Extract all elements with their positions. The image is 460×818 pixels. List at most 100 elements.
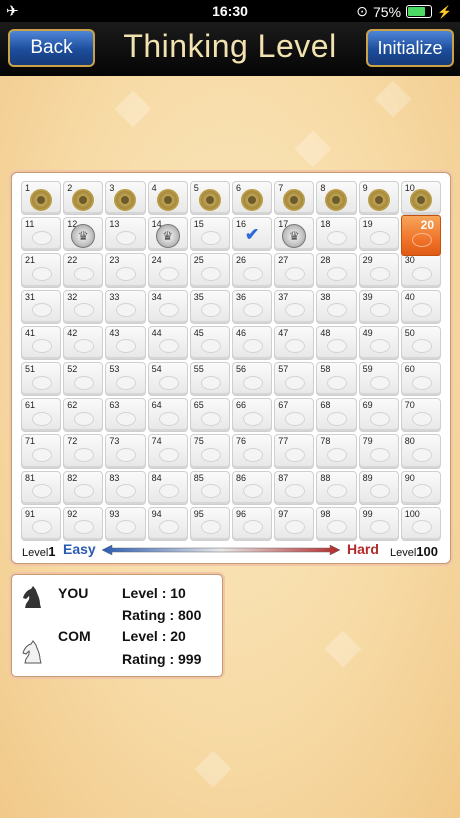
level-cell-56[interactable]: 56 bbox=[232, 362, 273, 397]
level-cell-52[interactable]: 52 bbox=[63, 362, 104, 397]
level-cell-39[interactable]: 39 bbox=[358, 289, 399, 324]
level-cell-89[interactable]: 89 bbox=[358, 470, 399, 505]
level-cell-41[interactable]: 41 bbox=[21, 325, 62, 360]
level-cell-47[interactable]: 47 bbox=[274, 325, 315, 360]
level-cell-26[interactable]: 26 bbox=[232, 253, 273, 288]
level-cell-75[interactable]: 75 bbox=[189, 434, 230, 469]
level-cell-83[interactable]: 83 bbox=[105, 470, 146, 505]
level-cell-18[interactable]: 18 bbox=[316, 217, 357, 252]
level-cell-35[interactable]: 35 bbox=[189, 289, 230, 324]
level-cell-31[interactable]: 31 bbox=[21, 289, 62, 324]
level-cell-17[interactable]: 17 ♛ bbox=[274, 217, 315, 252]
level-cell-96[interactable]: 96 bbox=[232, 506, 273, 541]
level-cell-76[interactable]: 76 bbox=[232, 434, 273, 469]
level-cell-16[interactable]: 16 ✔ bbox=[232, 217, 273, 252]
level-cell-40[interactable]: 40 bbox=[400, 289, 441, 324]
level-cell-34[interactable]: 34 bbox=[147, 289, 188, 324]
level-cell-100[interactable]: 100 bbox=[400, 506, 441, 541]
level-cell-84[interactable]: 84 bbox=[147, 470, 188, 505]
level-cell-70[interactable]: 70 bbox=[400, 398, 441, 433]
level-cell-49[interactable]: 49 bbox=[358, 325, 399, 360]
level-cell-94[interactable]: 94 bbox=[147, 506, 188, 541]
level-cell-81[interactable]: 81 bbox=[21, 470, 62, 505]
level-cell-24[interactable]: 24 bbox=[147, 253, 188, 288]
level-cell-99[interactable]: 99 bbox=[358, 506, 399, 541]
level-cell-64[interactable]: 64 bbox=[147, 398, 188, 433]
level-cell-88[interactable]: 88 bbox=[316, 470, 357, 505]
level-cell-44[interactable]: 44 bbox=[147, 325, 188, 360]
level-cell-69[interactable]: 69 bbox=[358, 398, 399, 433]
level-cell-98[interactable]: 98 bbox=[316, 506, 357, 541]
level-cell-12[interactable]: 12 ♛ bbox=[63, 217, 104, 252]
level-cell-11[interactable]: 11 bbox=[21, 217, 62, 252]
level-cell-20[interactable]: 2020 bbox=[400, 215, 441, 257]
level-cell-57[interactable]: 57 bbox=[274, 362, 315, 397]
level-cell-53[interactable]: 53 bbox=[105, 362, 146, 397]
level-cell-45[interactable]: 45 bbox=[189, 325, 230, 360]
level-cell-32[interactable]: 32 bbox=[63, 289, 104, 324]
level-cell-73[interactable]: 73 bbox=[105, 434, 146, 469]
level-cell-72[interactable]: 72 bbox=[63, 434, 104, 469]
level-cell-14[interactable]: 14 ♛ bbox=[147, 217, 188, 252]
level-cell-28[interactable]: 28 bbox=[316, 253, 357, 288]
level-cell-58[interactable]: 58 bbox=[316, 362, 357, 397]
level-cell-8[interactable]: 8 bbox=[316, 181, 357, 216]
level-cell-55[interactable]: 55 bbox=[189, 362, 230, 397]
level-cell-15[interactable]: 15 bbox=[189, 217, 230, 252]
level-cell-68[interactable]: 68 bbox=[316, 398, 357, 433]
level-cell-97[interactable]: 97 bbox=[274, 506, 315, 541]
level-cell-54[interactable]: 54 bbox=[147, 362, 188, 397]
level-cell-80[interactable]: 80 bbox=[400, 434, 441, 469]
level-cell-42[interactable]: 42 bbox=[63, 325, 104, 360]
level-cell-91[interactable]: 91 bbox=[21, 506, 62, 541]
level-cell-3[interactable]: 3 bbox=[105, 181, 146, 216]
level-cell-50[interactable]: 50 bbox=[400, 325, 441, 360]
level-cell-30[interactable]: 30 bbox=[400, 253, 441, 288]
level-cell-61[interactable]: 61 bbox=[21, 398, 62, 433]
level-cell-29[interactable]: 29 bbox=[358, 253, 399, 288]
level-cell-33[interactable]: 33 bbox=[105, 289, 146, 324]
level-cell-7[interactable]: 7 bbox=[274, 181, 315, 216]
level-cell-48[interactable]: 48 bbox=[316, 325, 357, 360]
level-cell-10[interactable]: 10 bbox=[400, 181, 441, 216]
level-cell-38[interactable]: 38 bbox=[316, 289, 357, 324]
level-cell-36[interactable]: 36 bbox=[232, 289, 273, 324]
selected-level-highlight[interactable]: 20 bbox=[400, 215, 441, 257]
level-cell-86[interactable]: 86 bbox=[232, 470, 273, 505]
level-cell-85[interactable]: 85 bbox=[189, 470, 230, 505]
initialize-button[interactable]: Initialize bbox=[366, 29, 454, 67]
level-cell-22[interactable]: 22 bbox=[63, 253, 104, 288]
level-cell-13[interactable]: 13 bbox=[105, 217, 146, 252]
level-cell-43[interactable]: 43 bbox=[105, 325, 146, 360]
level-cell-46[interactable]: 46 bbox=[232, 325, 273, 360]
level-cell-66[interactable]: 66 bbox=[232, 398, 273, 433]
level-cell-77[interactable]: 77 bbox=[274, 434, 315, 469]
level-cell-23[interactable]: 23 bbox=[105, 253, 146, 288]
level-cell-37[interactable]: 37 bbox=[274, 289, 315, 324]
level-cell-87[interactable]: 87 bbox=[274, 470, 315, 505]
level-cell-60[interactable]: 60 bbox=[400, 362, 441, 397]
level-cell-95[interactable]: 95 bbox=[189, 506, 230, 541]
level-cell-59[interactable]: 59 bbox=[358, 362, 399, 397]
level-cell-21[interactable]: 21 bbox=[21, 253, 62, 288]
level-cell-92[interactable]: 92 bbox=[63, 506, 104, 541]
level-cell-79[interactable]: 79 bbox=[358, 434, 399, 469]
level-cell-4[interactable]: 4 bbox=[147, 181, 188, 216]
level-cell-27[interactable]: 27 bbox=[274, 253, 315, 288]
level-cell-62[interactable]: 62 bbox=[63, 398, 104, 433]
level-cell-63[interactable]: 63 bbox=[105, 398, 146, 433]
level-cell-74[interactable]: 74 bbox=[147, 434, 188, 469]
level-cell-51[interactable]: 51 bbox=[21, 362, 62, 397]
level-cell-90[interactable]: 90 bbox=[400, 470, 441, 505]
level-cell-93[interactable]: 93 bbox=[105, 506, 146, 541]
level-cell-2[interactable]: 2 bbox=[63, 181, 104, 216]
level-cell-65[interactable]: 65 bbox=[189, 398, 230, 433]
level-cell-6[interactable]: 6 bbox=[232, 181, 273, 216]
level-cell-5[interactable]: 5 bbox=[189, 181, 230, 216]
level-cell-1[interactable]: 1 bbox=[21, 181, 62, 216]
level-cell-67[interactable]: 67 bbox=[274, 398, 315, 433]
level-cell-9[interactable]: 9 bbox=[358, 181, 399, 216]
level-cell-25[interactable]: 25 bbox=[189, 253, 230, 288]
level-cell-78[interactable]: 78 bbox=[316, 434, 357, 469]
level-cell-82[interactable]: 82 bbox=[63, 470, 104, 505]
